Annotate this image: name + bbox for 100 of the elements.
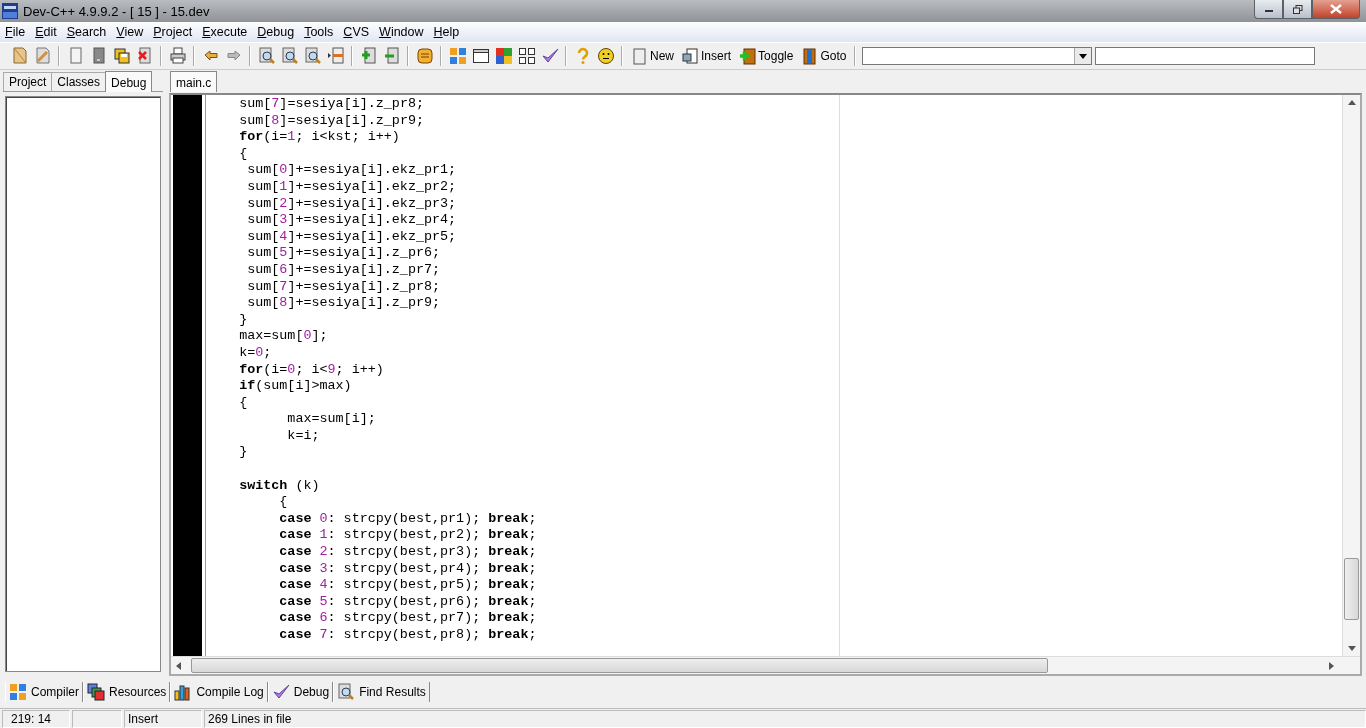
search-icon bbox=[337, 683, 356, 701]
code-line: { bbox=[238, 145, 248, 163]
class-dropdown[interactable] bbox=[862, 47, 1093, 65]
scroll-up-icon bbox=[1347, 100, 1356, 105]
grid-icon bbox=[9, 683, 27, 701]
insert-icon bbox=[682, 47, 699, 65]
menu-item[interactable]: View bbox=[111, 25, 149, 39]
code-line: sum[4]+=sesiya[i].ekz_pr5; bbox=[246, 228, 457, 246]
menu-item[interactable]: Execute bbox=[197, 25, 253, 39]
file-icon[interactable] bbox=[33, 47, 52, 65]
remove-file-icon[interactable] bbox=[382, 47, 401, 65]
window-title: Dev-C++ 4.9.9.2 - [ 15 ] - 15.dev bbox=[23, 3, 210, 19]
code-line: max=sum[0]; bbox=[238, 328, 328, 345]
menu-item[interactable]: Project bbox=[148, 25, 198, 39]
file-tab[interactable]: main.c bbox=[170, 71, 218, 92]
bookmark-icon bbox=[739, 47, 757, 65]
grid-icon[interactable] bbox=[517, 47, 536, 65]
scrollbar-thumb[interactable] bbox=[191, 658, 1048, 673]
menu-item[interactable]: Tools bbox=[299, 25, 339, 39]
toolbar-button[interactable]: New bbox=[627, 45, 678, 67]
code-line: max=sum[i]; bbox=[286, 411, 376, 428]
code-line: sum[1]+=sesiya[i].ekz_pr2; bbox=[246, 178, 457, 196]
close-icon bbox=[1330, 4, 1342, 14]
cursor-position: 219: 14 bbox=[2, 710, 70, 728]
output-tab[interactable]: Debug bbox=[267, 682, 334, 702]
toolbar-button[interactable]: Toggle bbox=[735, 45, 798, 67]
code-line: case 5: strcpy(best,pr6); break; bbox=[278, 593, 537, 611]
code-line: { bbox=[238, 394, 248, 412]
code-line: case 3: strcpy(best,pr4); break; bbox=[278, 560, 537, 578]
status-message: 269 Lines in file bbox=[204, 710, 1366, 728]
toolbar-button[interactable]: Insert bbox=[678, 45, 736, 67]
code-line: sum[3]+=sesiya[i].ekz_pr4; bbox=[246, 212, 457, 229]
menu-item[interactable]: Window bbox=[374, 25, 429, 39]
code-line: sum[5]+=sesiya[i].z_pr6; bbox=[246, 245, 441, 262]
maximize-button[interactable] bbox=[1283, 0, 1312, 19]
code-line: sum[7]+=sesiya[i].z_pr8; bbox=[246, 278, 441, 296]
menu-item[interactable]: CVS bbox=[338, 25, 375, 39]
output-tab[interactable]: Find Results bbox=[333, 682, 430, 702]
printer-icon[interactable] bbox=[168, 47, 187, 65]
add-file-icon[interactable] bbox=[359, 47, 378, 65]
restore-icon bbox=[1292, 4, 1303, 14]
code-line: { bbox=[278, 494, 288, 511]
code-line: case 1: strcpy(best,pr2); break; bbox=[278, 527, 537, 545]
scroll-right-icon bbox=[1329, 661, 1334, 670]
code-line: case 2: strcpy(best,pr3); break; bbox=[278, 544, 537, 561]
panel-tab[interactable]: Debug bbox=[105, 71, 153, 92]
code-line: for(i=1; i<kst; i++) bbox=[238, 129, 400, 146]
code-line: } bbox=[238, 311, 248, 329]
code-line: case 7: strcpy(best,pr8); break; bbox=[278, 627, 537, 644]
dropdown-arrow-icon bbox=[1079, 53, 1088, 59]
code-line: sum[2]+=sesiya[i].ekz_pr3; bbox=[246, 195, 457, 213]
floppy-icon[interactable] bbox=[112, 47, 131, 65]
scrollbar-thumb[interactable] bbox=[1344, 558, 1359, 620]
edit-mode: Insert bbox=[124, 710, 202, 728]
code-line: sum[8]+=sesiya[i].z_pr9; bbox=[246, 295, 441, 312]
menu-item[interactable]: Help bbox=[428, 25, 465, 39]
code-line: sum[8]=sesiya[i].z_pr9; bbox=[238, 112, 424, 130]
menu-item[interactable]: Edit bbox=[30, 25, 62, 39]
code-line: k=0; bbox=[238, 344, 272, 362]
member-dropdown[interactable] bbox=[1095, 47, 1316, 65]
output-tab[interactable]: Compile Log bbox=[170, 682, 268, 702]
scroll-down-icon bbox=[1347, 646, 1356, 651]
horizontal-scrollbar[interactable] bbox=[171, 656, 1360, 674]
menu-item[interactable]: Search bbox=[61, 25, 112, 39]
search-icon[interactable] bbox=[303, 47, 322, 65]
page-icon bbox=[631, 47, 648, 65]
search-icon[interactable] bbox=[280, 47, 299, 65]
code-line: sum[7]=sesiya[i].z_pr8; bbox=[238, 96, 424, 113]
panel-tab[interactable]: Project bbox=[3, 72, 53, 91]
checkmark-icon bbox=[271, 683, 290, 701]
bar-chart-icon bbox=[174, 683, 193, 701]
file-icon[interactable] bbox=[10, 47, 29, 65]
menu-item[interactable]: Debug bbox=[252, 25, 300, 39]
close-button[interactable] bbox=[1312, 0, 1360, 19]
scroll-left-icon bbox=[176, 661, 181, 670]
windows-icon[interactable] bbox=[494, 47, 513, 65]
app-logo-icon bbox=[2, 3, 18, 19]
code-line: case 4: strcpy(best,pr5); break; bbox=[278, 577, 537, 594]
code-line: if(sum[i]>max) bbox=[238, 378, 352, 395]
smiley-icon[interactable] bbox=[596, 47, 615, 65]
output-tab[interactable]: Compiler bbox=[5, 682, 83, 702]
menu-item[interactable]: File bbox=[0, 25, 31, 39]
goto-line-icon[interactable] bbox=[326, 47, 345, 65]
code-line: switch (k) bbox=[238, 477, 320, 495]
checkmark-icon[interactable] bbox=[540, 47, 559, 65]
scroll-icon[interactable] bbox=[415, 47, 434, 65]
close-file-icon[interactable] bbox=[135, 47, 154, 65]
code-line: for(i=0; i<9; i++) bbox=[238, 361, 384, 379]
window-icon[interactable] bbox=[471, 47, 490, 65]
code-line: case 0: strcpy(best,pr1); break; bbox=[278, 510, 537, 528]
code-line: } bbox=[238, 444, 248, 462]
output-tab[interactable]: Resources bbox=[83, 682, 171, 702]
stacked-squares-icon bbox=[87, 683, 105, 701]
toolbar-button[interactable]: Goto bbox=[797, 45, 851, 67]
vertical-scrollbar[interactable] bbox=[1342, 95, 1360, 656]
code-line: k=i; bbox=[286, 427, 320, 445]
minimize-button[interactable] bbox=[1254, 0, 1283, 19]
code-line: case 6: strcpy(best,pr7); break; bbox=[278, 610, 537, 627]
search-icon[interactable] bbox=[257, 47, 276, 65]
code-line: sum[6]+=sesiya[i].z_pr7; bbox=[246, 261, 441, 279]
